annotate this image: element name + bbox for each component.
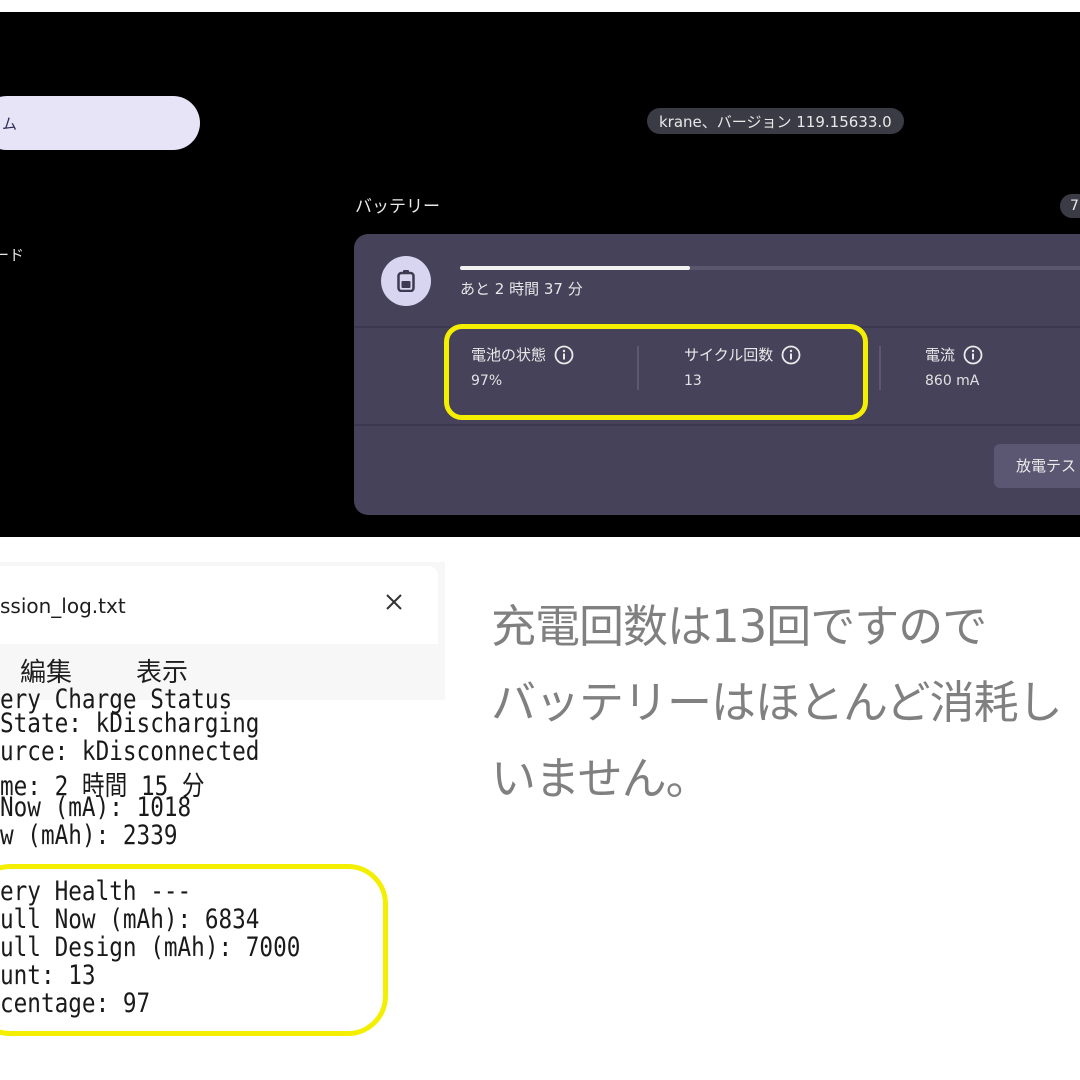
log-line: State: kDischarging: [0, 708, 260, 739]
notepad-window: ssion_log.txt 編集 表示 ery Charge Status St…: [0, 562, 445, 1046]
notepad-tab[interactable]: ssion_log.txt: [0, 566, 438, 644]
highlight-box-battery-health: [0, 864, 388, 1036]
log-line: urce: kDisconnected: [0, 736, 260, 767]
nav-item-keyboard[interactable]: ード: [0, 244, 24, 265]
close-icon[interactable]: [380, 588, 408, 616]
diagnostics-screenshot: ム ード krane、バージョン 119.15633.0 バッテリー 7 あと …: [0, 12, 1080, 537]
stat-value: 860 mA: [925, 373, 980, 389]
stat-label: 電流: [925, 346, 956, 364]
info-icon[interactable]: [963, 345, 983, 365]
remaining-time: あと 2 時間 37 分: [460, 280, 583, 298]
discharge-test-button[interactable]: 放電テス: [994, 444, 1080, 488]
log-line: Now (mA): 1018: [0, 792, 192, 823]
battery-level-fill: [460, 266, 691, 270]
version-badge: krane、バージョン 119.15633.0: [647, 108, 904, 134]
battery-level-bar: [460, 266, 1080, 270]
stat-current: 電流 860 mA: [925, 344, 983, 389]
stat-separator: [879, 346, 881, 390]
battery-section-title: バッテリー: [355, 197, 440, 217]
caption-line: バッテリーはほとんど消耗し: [491, 676, 1063, 729]
battery-icon: [381, 256, 431, 306]
log-line: w (mAh): 2339: [0, 820, 178, 851]
highlight-box-health-cycles: [444, 324, 868, 420]
caption-line: 充電回数は13回ですので: [491, 600, 987, 653]
card-divider: [354, 424, 1080, 426]
side-badge: 7: [1060, 194, 1080, 218]
nav-item-system-active[interactable]: ム: [0, 96, 200, 150]
caption-line: いません。: [491, 752, 711, 805]
notepad-title: ssion_log.txt: [0, 594, 126, 618]
nav-item-label: ム: [2, 114, 18, 133]
